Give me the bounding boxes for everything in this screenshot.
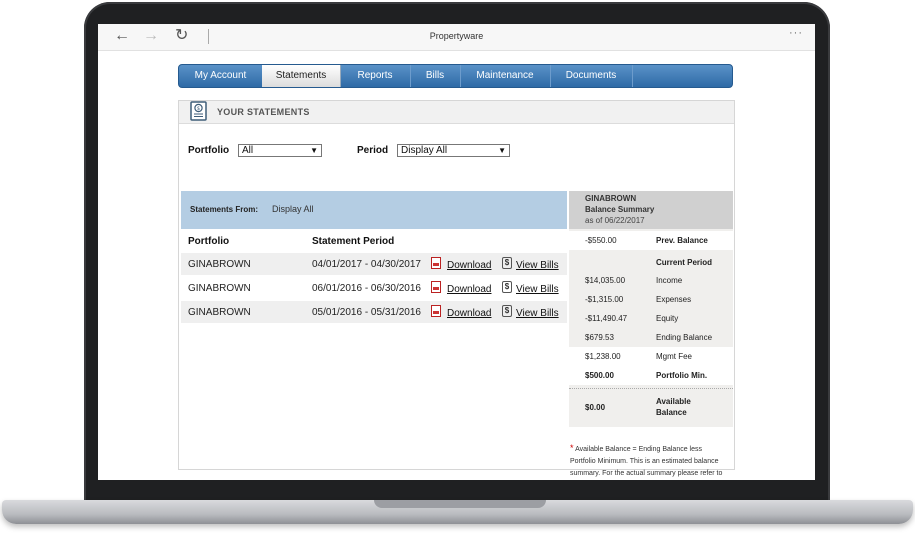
summary-date: as of 06/22/2017 <box>585 216 645 225</box>
column-header-portfolio: Portfolio <box>188 236 230 247</box>
laptop-notch <box>374 500 546 508</box>
summary-row-equity: -$11,490.47 Equity <box>569 309 733 328</box>
row-portfolio: GINABROWN <box>188 307 251 318</box>
summary-row-ending-balance: $679.53 Ending Balance <box>569 328 733 347</box>
summary-subtitle: Balance Summary <box>585 205 655 214</box>
summary-row-portfolio-min: $500.00 Portfolio Min. <box>569 366 733 385</box>
browser-toolbar: ← → ↻ Propertyware ··· <box>98 24 815 51</box>
summary-row-income: $14,035.00 Income <box>569 271 733 290</box>
main-nav: My Account Statements Reports Bills Main… <box>178 64 733 88</box>
available-balance-label-1: Available <box>656 397 691 406</box>
portfolio-min-value: $500.00 <box>585 371 614 380</box>
column-header-period: Statement Period <box>312 236 395 247</box>
income-label: Income <box>656 276 683 285</box>
row-portfolio: GINABROWN <box>188 259 251 270</box>
statement-icon: $ <box>190 101 207 121</box>
download-link[interactable]: Download <box>447 284 491 295</box>
row-portfolio: GINABROWN <box>188 283 251 294</box>
prev-balance-value: -$550.00 <box>585 236 617 245</box>
view-bills-link[interactable]: View Bills <box>516 260 559 271</box>
chevron-down-icon: ▼ <box>310 146 318 155</box>
summary-row-current-period: Current Period <box>569 253 733 272</box>
income-value: $14,035.00 <box>585 276 626 285</box>
row-period: 05/01/2016 - 05/31/2016 <box>312 307 421 318</box>
summary-row-mgmt-fee: $1,238.00 Mgmt Fee <box>569 347 733 366</box>
expenses-label: Expenses <box>656 295 692 304</box>
portfolio-label: Portfolio <box>188 145 230 156</box>
period-select[interactable]: Display All ▼ <box>397 144 510 157</box>
period-select-value: Display All <box>401 145 448 156</box>
footnote-text: Available Balance = Ending Balance less … <box>570 446 723 477</box>
page-title: Propertyware <box>429 31 484 41</box>
portfolio-select-value: All <box>242 145 254 156</box>
ending-balance-label: Ending Balance <box>656 333 713 342</box>
chevron-down-icon: ▼ <box>498 146 506 155</box>
bill-icon: $ <box>502 257 512 269</box>
svg-text:$: $ <box>197 106 200 112</box>
balance-summary: GINABROWN Balance Summary as of 06/22/20… <box>569 191 733 427</box>
download-link[interactable]: Download <box>447 308 491 319</box>
ending-balance-value: $679.53 <box>585 333 614 342</box>
expenses-value: -$1,315.00 <box>585 295 624 304</box>
statements-panel: $ YOUR STATEMENTS Portfolio All ▼ Period… <box>178 100 735 477</box>
table-row: GINABROWN 04/01/2017 - 04/30/2017 Downlo… <box>181 253 567 275</box>
available-balance-label-2: Balance <box>656 408 687 417</box>
summary-row-expenses: -$1,315.00 Expenses <box>569 290 733 309</box>
statements-from-bar: Statements From: Display All <box>181 191 567 229</box>
summary-portfolio-name: GINABROWN <box>585 194 637 203</box>
view-bills-link[interactable]: View Bills <box>516 284 559 295</box>
tab-bills[interactable]: Bills <box>410 65 461 87</box>
current-period-label: Current Period <box>656 258 713 267</box>
panel-header: $ YOUR STATEMENTS <box>179 101 734 124</box>
table-row: GINABROWN 06/01/2016 - 06/30/2016 Downlo… <box>181 277 567 299</box>
tab-documents[interactable]: Documents <box>550 65 633 87</box>
download-link[interactable]: Download <box>447 260 491 271</box>
mgmt-fee-value: $1,238.00 <box>585 352 621 361</box>
row-period: 06/01/2016 - 06/30/2016 <box>312 283 421 294</box>
pdf-icon <box>431 281 441 293</box>
more-options-icon[interactable]: ··· <box>789 27 803 39</box>
portfolio-min-label: Portfolio Min. <box>656 371 708 380</box>
tab-reports[interactable]: Reports <box>340 65 411 87</box>
panel-title: YOUR STATEMENTS <box>217 107 310 117</box>
tab-my-account[interactable]: My Account <box>179 65 263 87</box>
pdf-icon <box>431 305 441 317</box>
prev-balance-label: Prev. Balance <box>656 236 708 245</box>
statements-from-value: Display All <box>272 204 314 214</box>
tab-statements[interactable]: Statements <box>262 65 341 87</box>
row-period: 04/01/2017 - 04/30/2017 <box>312 259 421 270</box>
view-bills-link[interactable]: View Bills <box>516 308 559 319</box>
period-label: Period <box>357 145 389 156</box>
bill-icon: $ <box>502 281 512 293</box>
table-row: GINABROWN 05/01/2016 - 05/31/2016 Downlo… <box>181 301 567 323</box>
screen: ← → ↻ Propertyware ··· My Account Statem… <box>98 24 815 480</box>
summary-header: GINABROWN Balance Summary as of 06/22/20… <box>569 191 733 229</box>
tab-maintenance[interactable]: Maintenance <box>460 65 551 87</box>
footnote: * Available Balance = Ending Balance les… <box>570 442 728 480</box>
footnote-asterisk: * <box>570 443 574 453</box>
equity-value: -$11,490.47 <box>585 314 628 323</box>
portfolio-select[interactable]: All ▼ <box>238 144 322 157</box>
available-balance-value: $0.00 <box>585 403 606 412</box>
mgmt-fee-label: Mgmt Fee <box>656 352 693 361</box>
equity-label: Equity <box>656 314 679 323</box>
summary-row-prev-balance: -$550.00 Prev. Balance <box>569 231 733 250</box>
statements-from-label: Statements From: <box>190 205 259 214</box>
laptop-base <box>2 500 913 524</box>
summary-row-available-balance: $0.00 Available Balance <box>569 388 733 427</box>
pdf-icon <box>431 257 441 269</box>
bill-icon: $ <box>502 305 512 317</box>
